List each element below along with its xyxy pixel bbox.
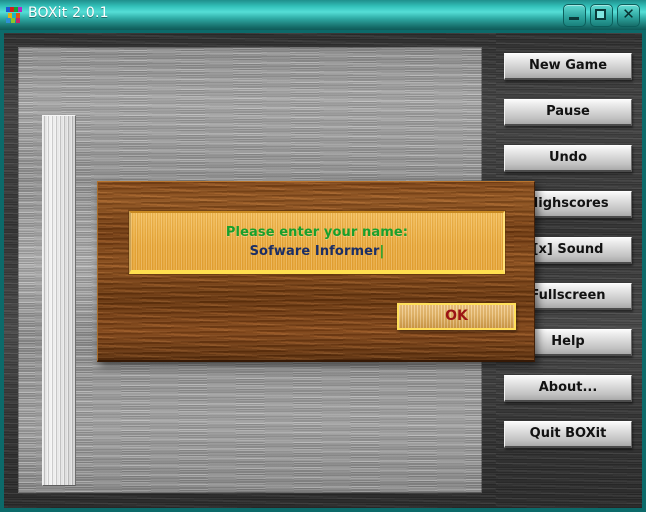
minimize-icon [569, 17, 579, 20]
ok-button[interactable]: OK [397, 303, 516, 330]
name-input-value[interactable]: Sofware Informer [250, 244, 380, 259]
level-progress-bar [42, 115, 76, 486]
window-title: BOXit 2.0.1 [28, 5, 109, 21]
maximize-button[interactable] [590, 4, 613, 27]
app-window: BOXit 2.0.1 ✕ New Game Pause Undo Highsc… [0, 0, 646, 512]
sidebar-item-pause[interactable]: Pause [504, 99, 632, 126]
sidebar-item-quit[interactable]: Quit BOXit [504, 421, 632, 448]
minimize-button[interactable] [563, 4, 586, 27]
window-body: New Game Pause Undo Highscores [x] Sound… [0, 30, 646, 512]
sidebar-item-new-game[interactable]: New Game [504, 53, 632, 80]
boxit-app-icon [6, 6, 24, 24]
name-entry-field[interactable]: Please enter your name: Sofware Informer… [129, 211, 505, 274]
close-button[interactable]: ✕ [617, 4, 640, 27]
name-entry-dialog: Please enter your name: Sofware Informer… [97, 181, 535, 362]
maximize-icon [595, 9, 606, 20]
close-icon: ✕ [622, 5, 635, 23]
title-bar: BOXit 2.0.1 ✕ [0, 0, 646, 30]
sidebar-item-undo[interactable]: Undo [504, 145, 632, 172]
window-controls: ✕ [563, 4, 640, 27]
sidebar-item-about[interactable]: About... [504, 375, 632, 402]
game-client-area: New Game Pause Undo Highscores [x] Sound… [4, 33, 642, 508]
dialog-prompt-text: Please enter your name: [225, 225, 409, 240]
text-caret: | [379, 244, 385, 259]
dialog-value-row: Sofware Informer| [131, 244, 503, 259]
